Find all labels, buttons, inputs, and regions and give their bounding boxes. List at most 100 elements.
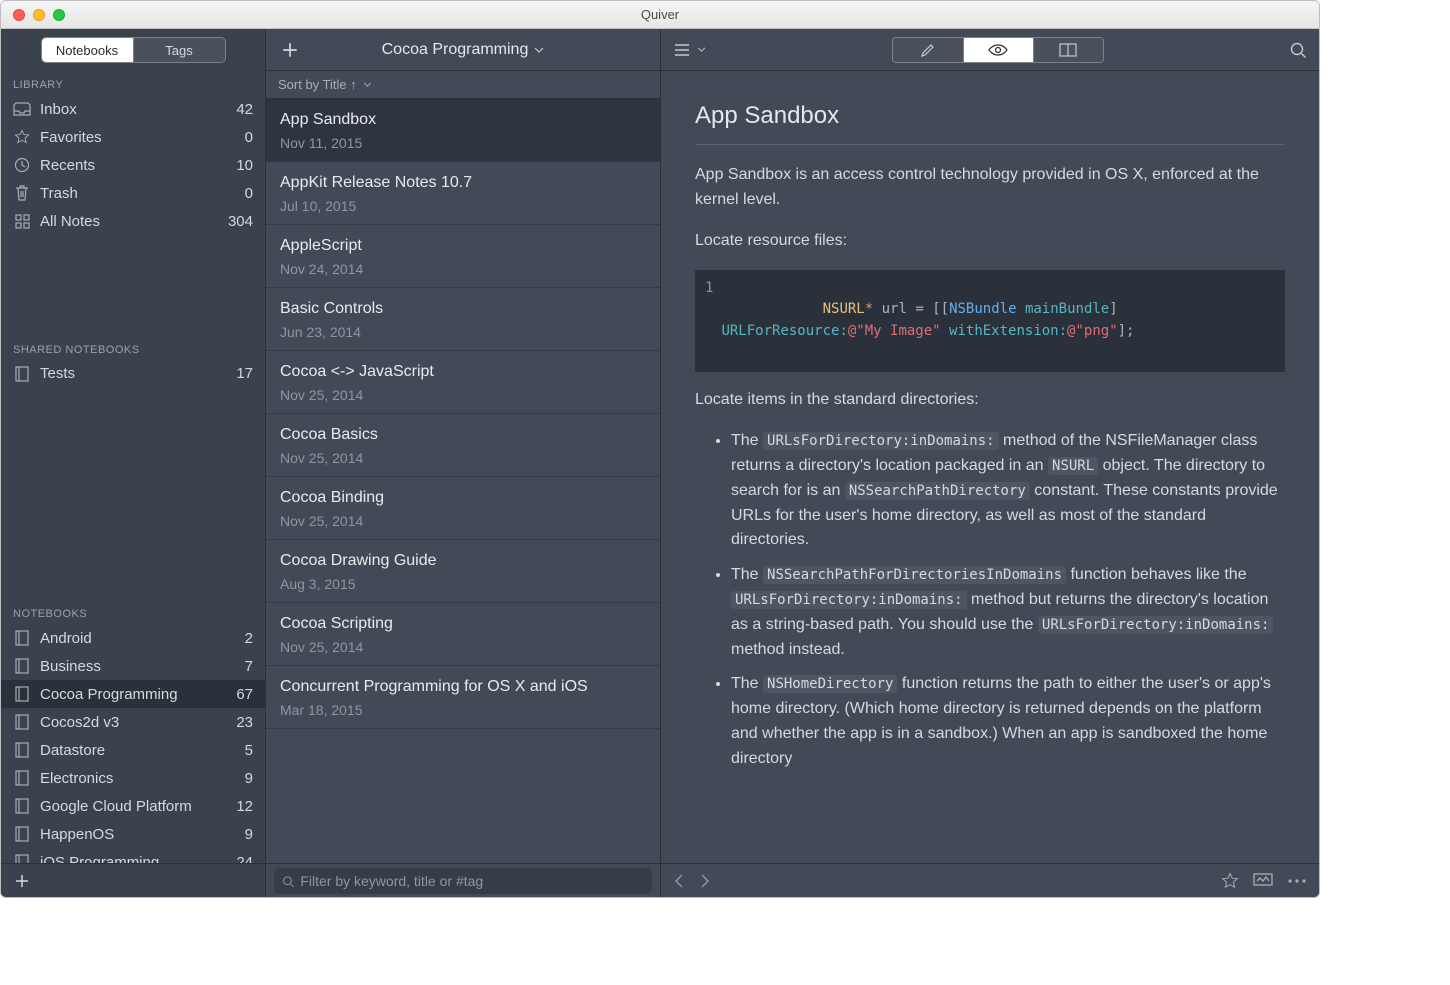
note-item-date: Nov 24, 2014: [280, 261, 646, 277]
library-item-favorites[interactable]: Favorites 0: [1, 123, 265, 151]
sort-dropdown[interactable]: Sort by Title ↑: [266, 71, 660, 99]
tab-tags[interactable]: Tags: [133, 38, 225, 62]
grid-icon: [13, 212, 31, 230]
presentation-button[interactable]: [1253, 873, 1273, 889]
note-item[interactable]: Cocoa BindingNov 25, 2014: [266, 477, 660, 540]
list-item: The NSHomeDirectory function returns the…: [731, 672, 1285, 771]
search-button[interactable]: [1289, 41, 1307, 59]
chevron-down-icon: [534, 47, 544, 53]
notebook-item-happenos[interactable]: HappenOS 9: [1, 820, 265, 848]
tab-notebooks[interactable]: Notebooks: [42, 38, 133, 62]
plus-icon: [281, 41, 299, 59]
sidebar-item-label: iOS Programming: [40, 854, 159, 863]
edit-mode-button[interactable]: [893, 38, 963, 62]
note-item-title: Cocoa Scripting: [280, 615, 646, 633]
notebook-title-dropdown[interactable]: Cocoa Programming: [314, 41, 612, 59]
note-item[interactable]: Cocoa <-> JavaScriptNov 25, 2014: [266, 351, 660, 414]
note-item-title: Cocoa Binding: [280, 489, 646, 507]
notebook-item-cocoa-programming[interactable]: Cocoa Programming67: [1, 680, 265, 708]
preview-mode-button[interactable]: [963, 38, 1033, 62]
sidebar-item-label: All Notes: [40, 213, 100, 230]
sidebar-item-count: 67: [236, 686, 253, 703]
new-notebook-button[interactable]: [11, 870, 33, 892]
sidebar-item-count: 12: [236, 798, 253, 815]
notebook-icon: [13, 365, 31, 383]
notebook-icon: [13, 769, 31, 787]
note-title: App Sandbox: [695, 97, 1285, 145]
sidebar-item-label: Cocos2d v3: [40, 714, 119, 731]
library-item-trash[interactable]: Trash0: [1, 179, 265, 207]
split-mode-button[interactable]: [1033, 38, 1103, 62]
note-item-title: AppleScript: [280, 237, 646, 255]
note-item[interactable]: AppKit Release Notes 10.7Jul 10, 2015: [266, 162, 660, 225]
sidebar-item-label: Business: [40, 658, 101, 675]
pencil-icon: [920, 42, 936, 58]
sidebar-item-count: 5: [245, 742, 253, 759]
section-shared: SHARED NOTEBOOKS: [1, 334, 265, 360]
notebook-item-electronics[interactable]: Electronics9: [1, 764, 265, 792]
note-item[interactable]: App SandboxNov 11, 2015: [266, 99, 660, 162]
window-title: Quiver: [1, 7, 1319, 22]
note-item[interactable]: Cocoa Scripting Nov 25, 2014: [266, 603, 660, 666]
note-item[interactable]: Cocoa Basics Nov 25, 2014: [266, 414, 660, 477]
plus-icon: [14, 873, 30, 889]
library-item-inbox[interactable]: Inbox42: [1, 95, 265, 123]
favorite-button[interactable]: [1221, 872, 1239, 890]
sidebar-item-label: Google Cloud Platform: [40, 798, 192, 815]
sidebar-item-count: 2: [245, 630, 253, 647]
content-footer: [661, 863, 1319, 897]
sidebar-item-label: HappenOS: [40, 826, 114, 843]
note-item[interactable]: Cocoa Drawing GuideAug 3, 2015: [266, 540, 660, 603]
trash-icon: [13, 184, 31, 202]
sidebar-item-label: Tests: [40, 365, 75, 382]
shared-item-tests[interactable]: Tests17: [1, 360, 265, 388]
notebook-item-android[interactable]: Android 2: [1, 624, 265, 652]
notebook-item-datastore[interactable]: Datastore5: [1, 736, 265, 764]
note-item-title: App Sandbox: [280, 111, 646, 129]
filter-input[interactable]: [300, 873, 644, 889]
notebook-item-ios-programming[interactable]: iOS Programming 24: [1, 848, 265, 863]
note-item-date: Nov 25, 2014: [280, 450, 646, 466]
library-item-recents[interactable]: Recents10: [1, 151, 265, 179]
nav-forward-button[interactable]: [699, 873, 711, 889]
eye-icon: [988, 43, 1008, 57]
sidebar-item-label: Favorites: [40, 129, 102, 146]
more-button[interactable]: [1287, 878, 1307, 884]
notebook-icon: [13, 685, 31, 703]
nav-back-button[interactable]: [673, 873, 685, 889]
sidebar-item-count: 7: [245, 658, 253, 675]
section-library: LIBRARY: [1, 69, 265, 95]
notebook-icon: [13, 657, 31, 675]
filter-box[interactable]: [274, 868, 652, 894]
note-item[interactable]: Concurrent Programming for OS X and iOSM…: [266, 666, 660, 729]
note-item-date: Jun 23, 2014: [280, 324, 646, 340]
notebook-item-business[interactable]: Business 7: [1, 652, 265, 680]
notebook-item-google-cloud-platform[interactable]: Google Cloud Platform 12: [1, 792, 265, 820]
sidebar-item-count: 24: [236, 854, 253, 863]
search-icon: [1289, 41, 1307, 59]
note-item[interactable]: AppleScript Nov 24, 2014: [266, 225, 660, 288]
star-icon: [13, 128, 31, 146]
sidebar: Notebooks Tags LIBRARY Inbox42 Favorites 0…: [1, 29, 266, 897]
notebook-icon: [13, 797, 31, 815]
new-note-button[interactable]: [266, 41, 314, 59]
view-mode-segmented: [892, 37, 1104, 63]
note-item-date: Nov 25, 2014: [280, 639, 646, 655]
section-notebooks: NOTEBOOKS: [1, 598, 265, 624]
note-item[interactable]: Basic ControlsJun 23, 2014: [266, 288, 660, 351]
sidebar-tabs: Notebooks Tags: [41, 37, 226, 63]
list-style-menu[interactable]: [673, 43, 706, 57]
chevron-left-icon: [673, 873, 685, 889]
note-item-title: Cocoa Basics: [280, 426, 646, 444]
sidebar-item-count: 9: [245, 770, 253, 787]
list-icon: [673, 43, 691, 57]
chevron-right-icon: [699, 873, 711, 889]
sidebar-item-label: Android: [40, 630, 92, 647]
paragraph: Locate resource files:: [695, 229, 1285, 254]
sidebar-item-count: 0: [245, 129, 253, 146]
bullet-list: The URLsForDirectory:inDomains: method o…: [695, 429, 1285, 771]
sidebar-item-count: 9: [245, 826, 253, 843]
library-item-all-notes[interactable]: All Notes304: [1, 207, 265, 235]
notebook-item-cocos2d-v3[interactable]: Cocos2d v323: [1, 708, 265, 736]
paragraph: App Sandbox is an access control technol…: [695, 163, 1285, 213]
